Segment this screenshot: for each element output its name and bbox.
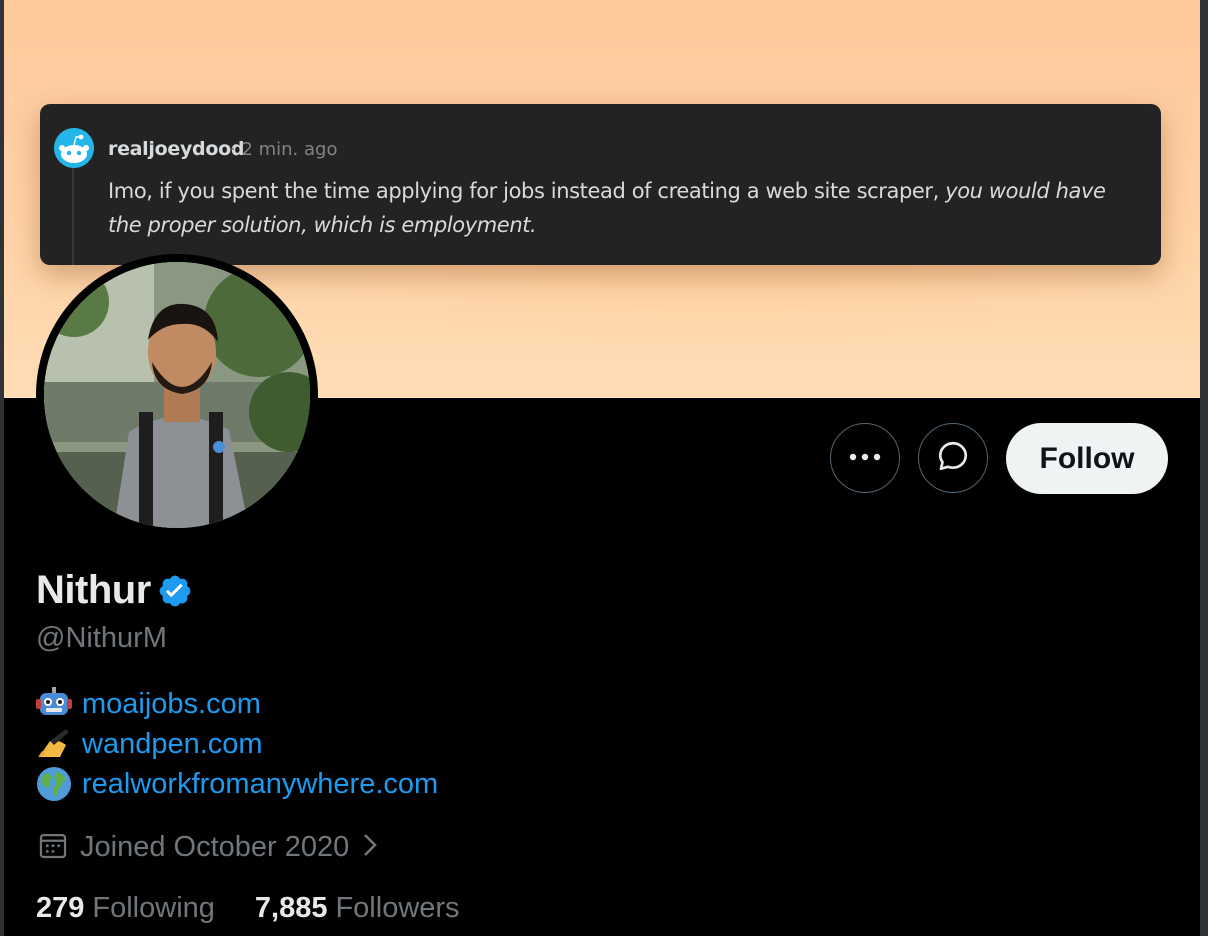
- more-horizontal-icon: [848, 449, 882, 467]
- followers-label: Followers: [335, 892, 460, 924]
- profile-name-row: Nithur: [36, 568, 193, 613]
- calendar-icon: [36, 828, 70, 867]
- robot-icon: [36, 687, 74, 720]
- chevron-right-icon: [361, 831, 379, 864]
- profile-handle: @NithurM: [36, 622, 167, 654]
- reddit-avatar-icon: [54, 128, 94, 168]
- bio-link-row: realworkfromanywhere.com: [36, 764, 438, 804]
- comment-text: Imo, if you spent the time applying for …: [108, 174, 1138, 242]
- verified-badge-icon[interactable]: [157, 573, 193, 609]
- comment-timestamp: · 2 min. ago: [230, 139, 338, 160]
- globe-icon: [36, 767, 74, 801]
- link-realworkfromanywhere[interactable]: realworkfromanywhere.com: [82, 768, 438, 801]
- bio-links: moaijobs.com wandpen.com realworkfromany…: [36, 684, 438, 804]
- profile-photo: [44, 262, 310, 528]
- following-label: Following: [92, 892, 215, 924]
- comment-thread-line: [72, 164, 74, 265]
- link-wandpen[interactable]: wandpen.com: [82, 728, 263, 761]
- profile-name: Nithur: [36, 568, 151, 612]
- following-stat[interactable]: 279 Following: [36, 892, 215, 925]
- message-bubble-icon: [935, 438, 971, 479]
- bio-link-row: moaijobs.com: [36, 684, 438, 724]
- followers-count: 7,885: [254, 892, 328, 924]
- joined-text: Joined October 2020: [80, 831, 350, 863]
- writing-hand-icon: [36, 728, 74, 760]
- follow-button[interactable]: Follow: [1006, 423, 1168, 494]
- more-button[interactable]: [830, 423, 900, 493]
- joined-date[interactable]: Joined October 2020: [36, 828, 379, 867]
- followers-stat[interactable]: 7,885 Followers: [255, 892, 460, 925]
- link-moaijobs[interactable]: moaijobs.com: [82, 688, 261, 721]
- profile-avatar[interactable]: [36, 254, 318, 536]
- message-button[interactable]: [918, 423, 988, 493]
- following-count: 279: [36, 892, 85, 924]
- banner-comment-card: realjoeydood · 2 min. ago Imo, if you sp…: [40, 104, 1161, 265]
- comment-author: realjoeydood: [108, 138, 245, 160]
- comment-text-plain: Imo, if you spent the time applying for …: [108, 179, 946, 203]
- bio-link-row: wandpen.com: [36, 724, 438, 764]
- follow-stats: 279 Following 7,885 Followers: [36, 892, 500, 925]
